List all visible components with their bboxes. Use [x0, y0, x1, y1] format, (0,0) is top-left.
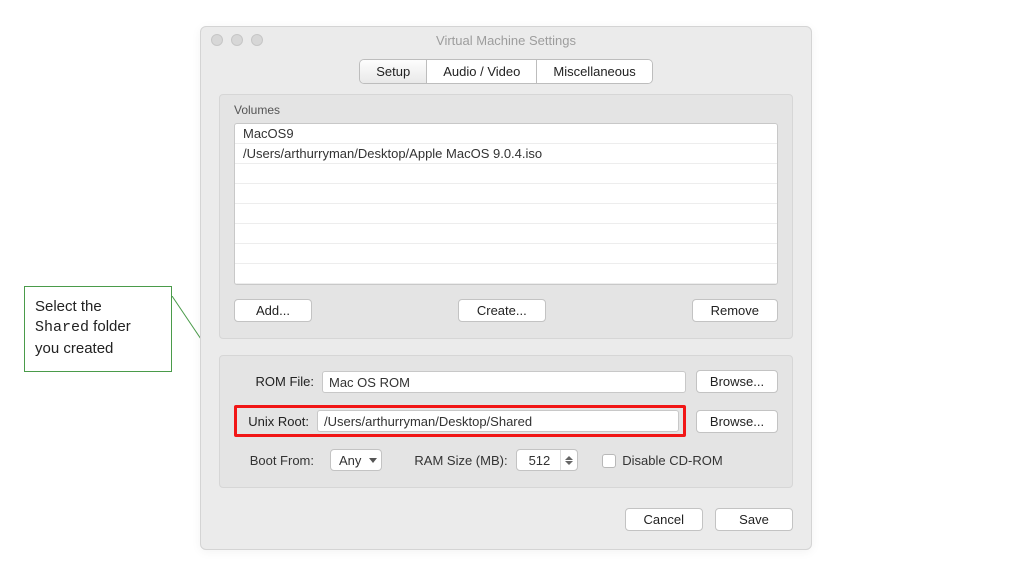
rom-browse-button[interactable]: Browse...: [696, 370, 778, 393]
chevron-down-icon: [369, 458, 377, 463]
zoom-icon[interactable]: [251, 34, 263, 46]
list-item[interactable]: /Users/arthurryman/Desktop/Apple MacOS 9…: [235, 144, 777, 164]
settings-window: Virtual Machine Settings Setup Audio / V…: [200, 26, 812, 550]
list-item[interactable]: [235, 244, 777, 264]
stepper-up-icon[interactable]: [565, 456, 573, 460]
boot-from-select[interactable]: Any: [330, 449, 382, 471]
titlebar: Virtual Machine Settings: [201, 27, 811, 53]
callout-line3: you created: [35, 340, 113, 357]
ram-size-label: RAM Size (MB):: [414, 453, 507, 468]
paths-panel: ROM File: Mac OS ROM Browse... Unix Root…: [219, 355, 793, 488]
list-item[interactable]: MacOS9: [235, 124, 777, 144]
rom-file-field[interactable]: Mac OS ROM: [322, 371, 686, 393]
list-item[interactable]: [235, 204, 777, 224]
list-item[interactable]: [235, 264, 777, 284]
window-controls: [211, 34, 263, 46]
minimize-icon[interactable]: [231, 34, 243, 46]
callout-shared: Shared: [35, 319, 89, 336]
dialog-footer: Cancel Save: [201, 504, 811, 549]
add-button[interactable]: Add...: [234, 299, 312, 322]
window-title: Virtual Machine Settings: [201, 33, 811, 48]
boot-from-label: Boot From:: [234, 453, 322, 468]
volumes-panel: Volumes MacOS9 /Users/arthurryman/Deskto…: [219, 94, 793, 339]
volumes-label: Volumes: [234, 103, 778, 117]
tab-setup[interactable]: Setup: [360, 60, 427, 83]
unix-root-label: Unix Root:: [237, 414, 317, 429]
list-item[interactable]: [235, 184, 777, 204]
unix-root-highlight: Unix Root: /Users/arthurryman/Desktop/Sh…: [234, 405, 686, 437]
callout-line1: Select the: [35, 298, 102, 315]
tab-bar: Setup Audio / Video Miscellaneous: [201, 59, 811, 84]
disable-cdrom-checkbox[interactable]: Disable CD-ROM: [602, 453, 722, 468]
tab-audio-video[interactable]: Audio / Video: [427, 60, 537, 83]
cancel-button[interactable]: Cancel: [625, 508, 703, 531]
volumes-list[interactable]: MacOS9 /Users/arthurryman/Desktop/Apple …: [234, 123, 778, 285]
callout-line2-rest: folder: [89, 318, 131, 335]
list-item[interactable]: [235, 164, 777, 184]
unix-root-browse-button[interactable]: Browse...: [696, 410, 778, 433]
list-item[interactable]: [235, 224, 777, 244]
unix-root-field[interactable]: /Users/arthurryman/Desktop/Shared: [317, 410, 679, 432]
tab-miscellaneous[interactable]: Miscellaneous: [537, 60, 651, 83]
create-button[interactable]: Create...: [458, 299, 546, 322]
remove-button[interactable]: Remove: [692, 299, 778, 322]
save-button[interactable]: Save: [715, 508, 793, 531]
annotation-callout: Select the Shared folder you created: [24, 286, 172, 372]
checkbox-icon: [602, 454, 616, 468]
stepper-down-icon[interactable]: [565, 461, 573, 465]
ram-size-value: 512: [517, 453, 561, 468]
rom-file-label: ROM File:: [234, 374, 322, 389]
close-icon[interactable]: [211, 34, 223, 46]
boot-from-value: Any: [339, 453, 361, 468]
ram-size-stepper[interactable]: 512: [516, 449, 579, 471]
disable-cdrom-label: Disable CD-ROM: [622, 453, 722, 468]
